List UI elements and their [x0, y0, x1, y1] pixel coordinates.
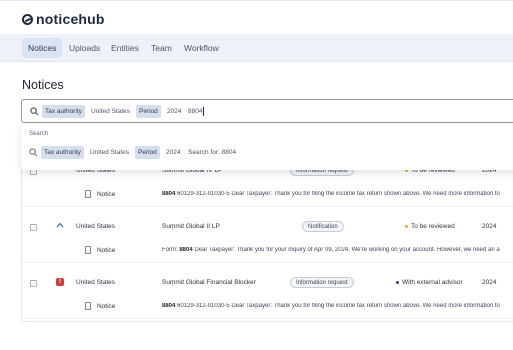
- dropdown-heading: Search: [29, 131, 49, 137]
- document-snippet: 8804 60129-312-01030-5 Dear Taxpayer: Th…: [162, 303, 500, 309]
- filter-chip-key[interactable]: Tax authority: [42, 105, 85, 118]
- table-row[interactable]: United States Summit Global II LP Notifi…: [22, 207, 513, 263]
- tax-authority: United States: [76, 223, 116, 230]
- app-name: noticehub: [36, 11, 105, 27]
- row-checkbox[interactable]: [30, 280, 37, 287]
- nav-team[interactable]: Team: [145, 38, 178, 58]
- chevron-up-icon: [56, 222, 64, 228]
- alert-icon: !: [56, 278, 64, 286]
- entity-name: Summit Global II LP: [162, 223, 220, 230]
- notice-type-badge: Information request: [290, 277, 354, 288]
- logo[interactable]: noticehub: [22, 11, 105, 27]
- filter-chip-key[interactable]: Period: [136, 105, 161, 118]
- search-icon: [29, 148, 38, 157]
- logo-icon: [22, 13, 33, 25]
- search-query: 8804: [188, 108, 203, 115]
- document-icon: [85, 190, 91, 198]
- document-icon: [85, 246, 91, 254]
- notices-table: United States Summit Global IV LP Inform…: [21, 150, 513, 322]
- period: 2024: [482, 279, 497, 286]
- status-dot: [405, 225, 408, 228]
- document-label[interactable]: Notice: [97, 303, 115, 310]
- tax-authority: United States: [76, 279, 116, 286]
- document-label[interactable]: Notice: [97, 191, 115, 198]
- text-caret: [203, 107, 204, 116]
- row-checkbox[interactable]: [30, 224, 37, 231]
- document-label[interactable]: Notice: [97, 247, 115, 254]
- search-suggestion[interactable]: Tax authority United States Period 2024 …: [21, 144, 513, 162]
- document-snippet: Form: 8804 Dear Taxpayer: Thank you for …: [162, 247, 500, 253]
- table-row[interactable]: ! United States Summit Global Financial …: [22, 263, 513, 319]
- search-input[interactable]: Tax authority United States Period 2024 …: [21, 99, 513, 123]
- period: 2024: [482, 223, 497, 230]
- search-suggestions-dropdown: Search Tax authority United States Perio…: [21, 124, 513, 170]
- top-bar: noticehub: [0, 0, 513, 34]
- suggestion-chip-key: Period: [135, 146, 160, 159]
- document-snippet: 8804 60129-312-01030-5 Dear Taxpayer: Th…: [162, 191, 500, 197]
- search-for-text: Search for: 8804: [188, 149, 237, 156]
- main-nav: Notices Uploads Entities Team Workflow: [0, 34, 513, 62]
- nav-notices[interactable]: Notices: [22, 38, 63, 58]
- suggestion-chip-value: United States: [90, 149, 130, 156]
- entity-name: Summit Global Financial Blocker: [162, 279, 256, 286]
- notice-type-badge: Notification: [302, 221, 344, 232]
- page-title: Notices: [22, 78, 64, 92]
- document-icon: [85, 302, 91, 310]
- search-icon: [30, 107, 39, 116]
- filter-chip-value[interactable]: United States: [88, 105, 133, 118]
- status-dot: [396, 281, 399, 284]
- nav-uploads[interactable]: Uploads: [63, 38, 106, 58]
- filter-chip-value[interactable]: 2024: [164, 105, 184, 118]
- suggestion-chip-key: Tax authority: [41, 146, 84, 159]
- nav-entities[interactable]: Entities: [105, 38, 145, 58]
- nav-workflow[interactable]: Workflow: [178, 38, 225, 58]
- suggestion-chip-value: 2024: [166, 149, 181, 156]
- status-text: With external advisor: [402, 279, 463, 286]
- status-text: To be reviewed: [411, 223, 455, 230]
